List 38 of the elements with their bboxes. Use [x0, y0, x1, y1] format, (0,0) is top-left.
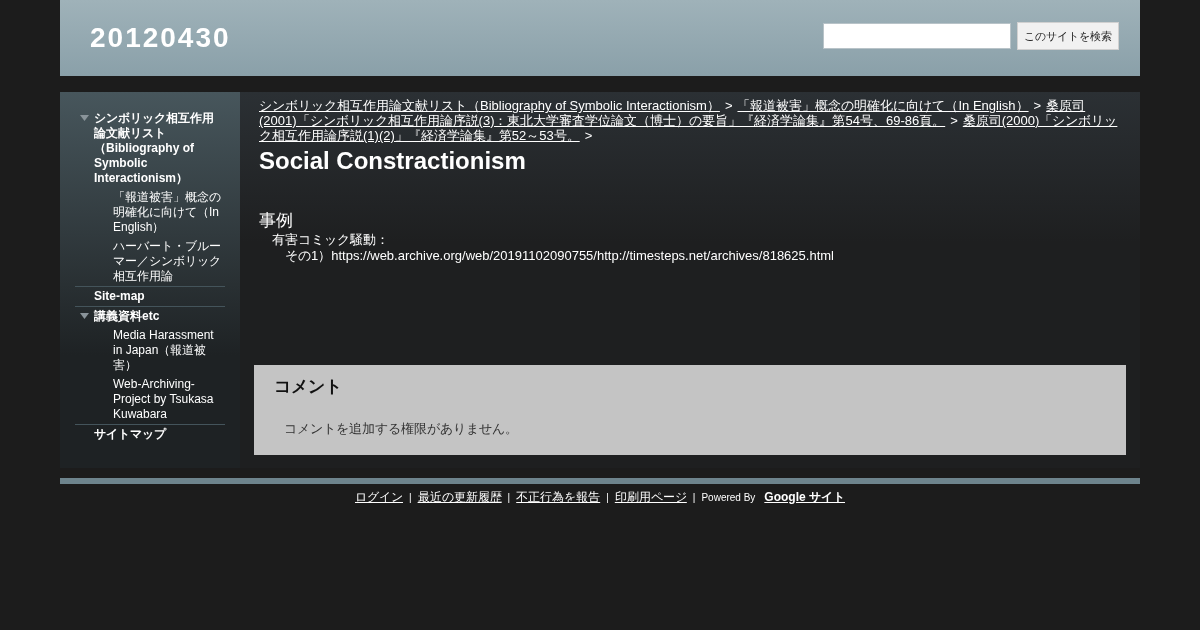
body-text: その1）https://web.archive.org/web/20191102090755/http://timesteps.net/archives/818625.html [284, 248, 835, 264]
sidebar-item[interactable]: サイトマップ [94, 427, 166, 442]
breadcrumb-separator: > [1033, 98, 1042, 113]
sidebar-subitem[interactable]: ハーバート・ブルーマー／シンボリック相互作用論 [75, 237, 225, 286]
sidebar-item[interactable]: 講義資料etc [94, 309, 160, 324]
body-text: 有害コミック騒動： [271, 232, 390, 248]
sidebar-subitem[interactable]: 「報道被害」概念の明確化に向けて（In English） [75, 188, 225, 237]
search-button[interactable]: このサイトを検索 [1017, 22, 1119, 50]
breadcrumb-separator: > [724, 98, 733, 113]
sidebar-item[interactable]: Site-map [94, 289, 145, 304]
footer-link[interactable]: 印刷用ページ [614, 489, 687, 506]
powered-by-text: Powered By [701, 492, 756, 503]
breadcrumb-link[interactable]: シンボリック相互作用論文献リスト（Bibliography of Symbolic Interactionism） [259, 98, 720, 113]
breadcrumb-link[interactable]: ク相互作用論序説(1)(2)」『経済学論集』第52～53号。 [259, 128, 580, 143]
sidebar-subitem[interactable]: Media Harassment in Japan（報道被害） [75, 326, 225, 375]
breadcrumb-separator: > [584, 128, 593, 143]
comments-message: コメントを追加する権限がありません。 [284, 420, 519, 438]
footer-link[interactable]: ログイン [355, 489, 403, 506]
search-field[interactable] [823, 23, 1011, 49]
comments-heading: コメント [274, 376, 343, 398]
footer-separator: | [409, 492, 412, 503]
footer-separator: | [507, 492, 511, 503]
footer-brand-link[interactable]: Google サイト [764, 489, 845, 506]
breadcrumb-link[interactable]: 「報道被害」概念の明確化に向けて（In English） [737, 98, 1029, 113]
footer-separator: | [606, 492, 609, 503]
expand-arrow-icon[interactable] [80, 313, 89, 319]
footer-link[interactable]: 最近の更新履歴 [417, 489, 502, 506]
expand-arrow-icon[interactable] [80, 115, 89, 121]
breadcrumb-separator: > [950, 113, 958, 128]
footer-link[interactable]: 不正行為を報告 [516, 489, 601, 506]
page-title: Social Constractionism [259, 147, 527, 175]
breadcrumb-link[interactable]: 桑原司(2000)「シンボリッ [962, 113, 1118, 128]
sidebar-subitem[interactable]: Web-Archiving-Project by Tsukasa Kuwabara [75, 375, 225, 424]
breadcrumb-link[interactable]: 桑原司 [1046, 98, 1086, 113]
breadcrumb-link[interactable]: (2001)「シンボリック相互作用論序説(3)：東北大学審査学位論文（博士）の要旨」『経済学論集』第54号、69-86頁。 [259, 113, 946, 128]
section-heading: 事例 [259, 210, 294, 232]
footer-separator: | [692, 492, 696, 503]
sidebar-item[interactable]: シンボリック相互作用論文献リスト（Bibliography of Symbolic Interactionism） [94, 111, 225, 186]
